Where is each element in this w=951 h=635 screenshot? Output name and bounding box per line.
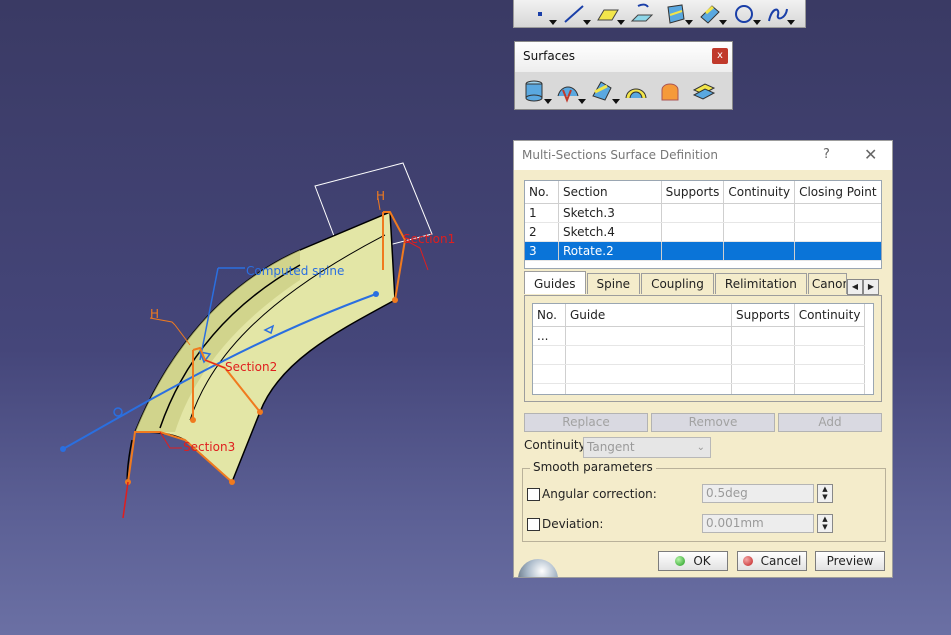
- blend-icon[interactable]: [657, 78, 683, 104]
- continuity-label: Continuity:: [524, 438, 589, 452]
- circle-icon[interactable]: [732, 3, 761, 25]
- line-icon[interactable]: [562, 3, 591, 25]
- section1-h-label: H: [376, 189, 386, 203]
- cancel-label: Cancel: [760, 554, 802, 568]
- chevron-down-icon: ⌄: [696, 442, 705, 453]
- deviation-checkbox[interactable]: [527, 518, 540, 531]
- table-row[interactable]: ...: [533, 326, 866, 346]
- tab-bar: Guides Spine Coupling Relimitation Canon…: [524, 271, 848, 295]
- col-section[interactable]: Section: [558, 181, 662, 204]
- guides-table: No. Guide Supports Continuity ...: [533, 304, 866, 394]
- row-no: ...: [533, 326, 566, 346]
- guides-panel: No. Guide Supports Continuity ...: [524, 295, 882, 402]
- dialog-title-bar[interactable]: Multi-Sections Surface Definition ? ✕: [514, 141, 892, 170]
- close-icon[interactable]: x: [712, 48, 728, 64]
- row-section: Sketch.4: [558, 222, 662, 242]
- guide-buttons: Replace Remove Add: [524, 413, 882, 432]
- cylinder-icon[interactable]: [521, 78, 552, 104]
- cancel-button[interactable]: Cancel: [737, 551, 807, 571]
- ok-button[interactable]: OK: [658, 551, 728, 571]
- surfaces-toolbar-title: Surfaces: [523, 49, 575, 63]
- row-no: 3: [525, 241, 559, 261]
- ok-icon: [675, 556, 686, 566]
- row-no: 2: [525, 222, 559, 242]
- section1-label: Section1: [403, 232, 456, 246]
- table-row[interactable]: 2 Sketch.4: [525, 222, 881, 242]
- remove-button[interactable]: Remove: [651, 413, 775, 432]
- multi-sections-surface-dialog: Multi-Sections Surface Definition ? ✕ No…: [513, 140, 893, 578]
- col-no[interactable]: No.: [525, 181, 559, 204]
- tab-scroll: ◀ ▶: [847, 279, 879, 295]
- table-row-selected[interactable]: 3 Rotate.2: [525, 241, 881, 261]
- col-continuity[interactable]: Continuity: [794, 304, 866, 327]
- guides-list[interactable]: No. Guide Supports Continuity ...: [532, 303, 874, 395]
- plane-icon[interactable]: [596, 3, 625, 25]
- tab-guides[interactable]: Guides: [524, 271, 586, 294]
- fill-icon[interactable]: [589, 78, 620, 104]
- intersection-icon[interactable]: [664, 3, 693, 25]
- cancel-icon: [742, 556, 753, 566]
- deviation-field[interactable]: 0.001mm: [702, 514, 814, 533]
- chevron-left-icon[interactable]: ◀: [847, 279, 863, 295]
- tab-coupling[interactable]: Coupling: [641, 273, 714, 294]
- col-closing-point[interactable]: Closing Point: [794, 181, 881, 204]
- sections-table: No. Section Supports Continuity Closing …: [525, 181, 881, 261]
- sections-list[interactable]: No. Section Supports Continuity Closing …: [524, 180, 882, 269]
- add-button[interactable]: Add: [778, 413, 882, 432]
- multi-sections-surface-icon[interactable]: [623, 78, 649, 104]
- section2-label: Section2: [225, 360, 278, 374]
- row-no: 1: [525, 203, 559, 223]
- row-section: Sketch.3: [558, 203, 662, 223]
- tab-canonical[interactable]: Canonic: [807, 273, 847, 294]
- deviation-label: Deviation:: [542, 517, 604, 531]
- col-supports[interactable]: Supports: [731, 304, 795, 327]
- table-row[interactable]: 1 Sketch.3: [525, 203, 881, 223]
- surfaces-toolbar-title-bar[interactable]: Surfaces x: [515, 42, 732, 72]
- angular-correction-field[interactable]: 0.5deg: [702, 484, 814, 503]
- projection-icon[interactable]: [630, 3, 654, 25]
- tab-spine[interactable]: Spine: [586, 273, 641, 294]
- spline-icon[interactable]: [766, 3, 795, 25]
- section2-h-label: H: [150, 307, 160, 321]
- col-no[interactable]: No.: [533, 304, 566, 327]
- col-continuity[interactable]: Continuity: [723, 181, 796, 204]
- tab-relimitation[interactable]: Relimitation: [714, 273, 807, 294]
- dialog-title: Multi-Sections Surface Definition: [522, 148, 718, 162]
- help-icon[interactable]: ?: [823, 147, 830, 162]
- angular-correction-checkbox[interactable]: [527, 488, 540, 501]
- preview-button[interactable]: Preview: [815, 551, 885, 571]
- deviation-spinner[interactable]: ▲ ▼: [817, 514, 833, 533]
- offset-surface-icon[interactable]: [691, 78, 717, 104]
- col-supports[interactable]: Supports: [661, 181, 725, 204]
- surfaces-toolbar: Surfaces x: [514, 41, 733, 110]
- close-icon[interactable]: ✕: [864, 145, 877, 164]
- continuity-value: Tangent: [587, 440, 635, 454]
- angular-correction-value: 0.5deg: [706, 486, 748, 500]
- replace-button[interactable]: Replace: [524, 413, 648, 432]
- section3-label: Section3: [183, 440, 236, 454]
- angular-correction-label: Angular correction:: [542, 487, 657, 501]
- wireframe-toolbar: [513, 0, 806, 28]
- row-section: Rotate.2: [558, 241, 662, 261]
- multi-section-surface: [133, 210, 396, 484]
- viewport-3d[interactable]: [0, 0, 510, 635]
- deviation-value: 0.001mm: [706, 516, 764, 530]
- continuity-select[interactable]: Tangent ⌄: [583, 437, 711, 458]
- ok-label: OK: [693, 554, 711, 568]
- col-guide[interactable]: Guide: [565, 304, 732, 327]
- sweep-icon[interactable]: [555, 78, 586, 104]
- logo-icon: [514, 549, 560, 577]
- offset-icon[interactable]: [698, 3, 727, 25]
- computed-spine-label: Computed spine: [246, 264, 345, 278]
- angular-correction-spinner[interactable]: ▲ ▼: [817, 484, 833, 503]
- smooth-parameters-title: Smooth parameters: [530, 460, 656, 474]
- chevron-right-icon[interactable]: ▶: [863, 279, 879, 295]
- point-icon[interactable]: [528, 3, 557, 25]
